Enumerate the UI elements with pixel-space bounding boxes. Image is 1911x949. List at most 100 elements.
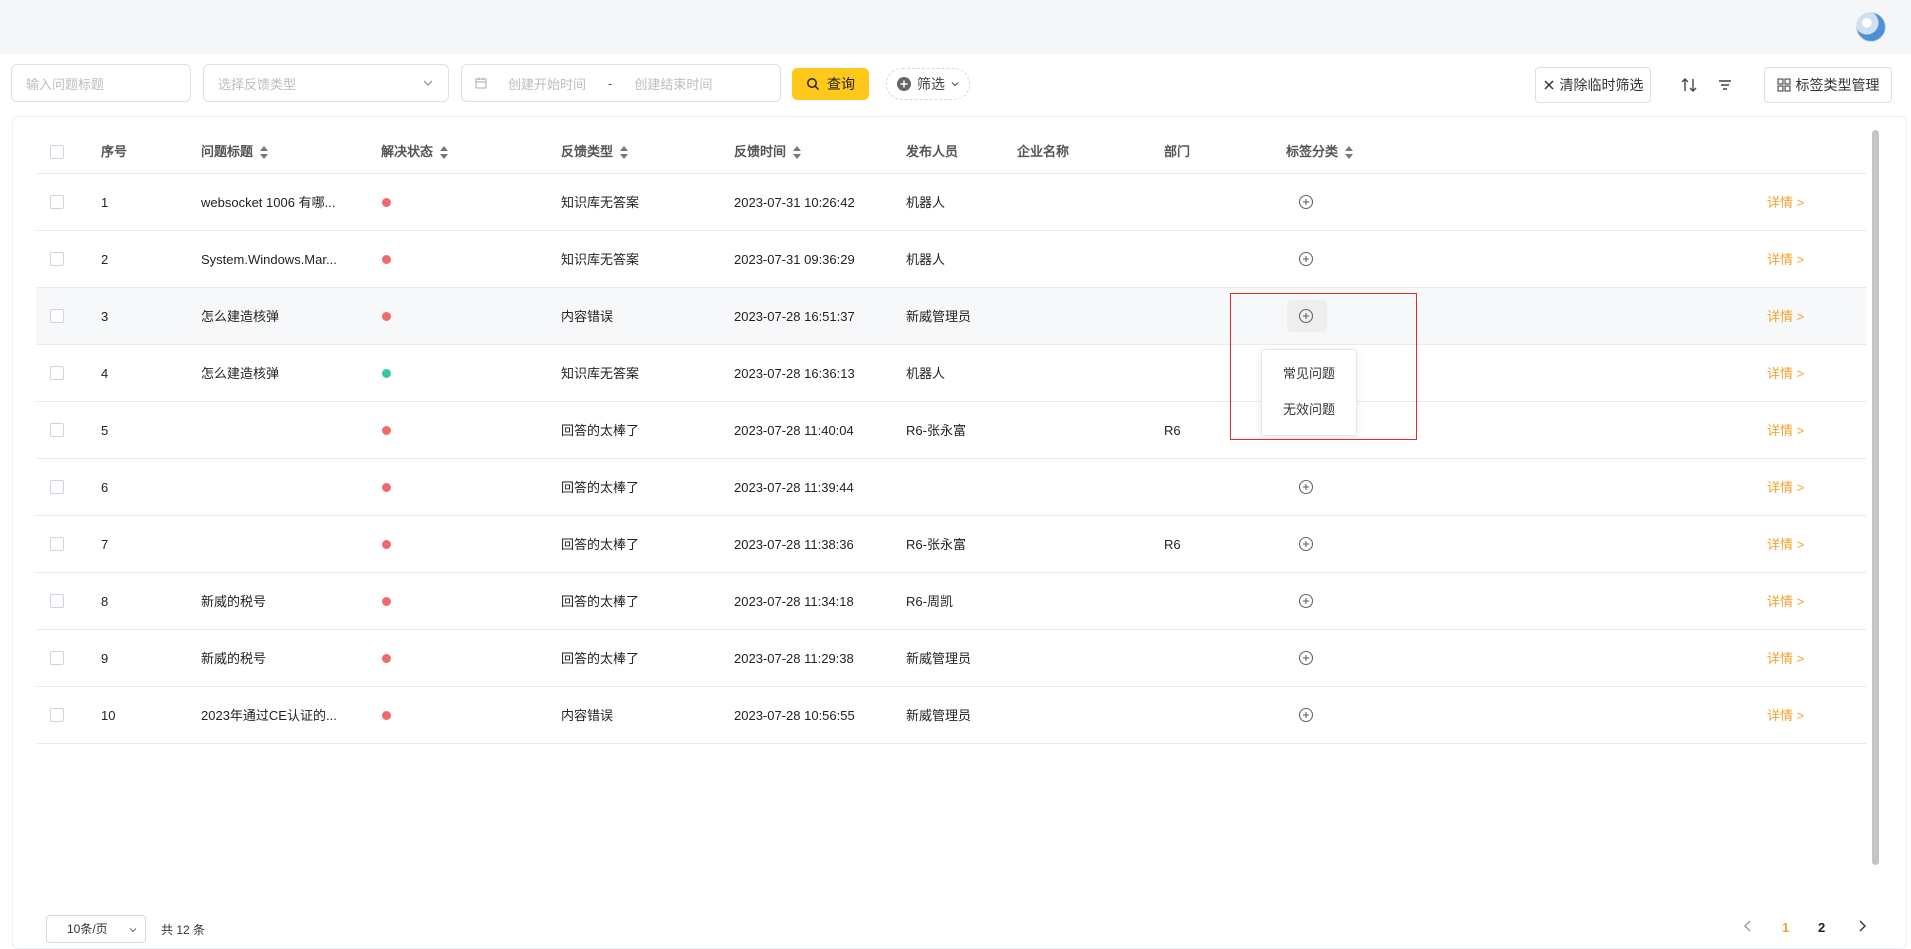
row-publisher (906, 459, 1011, 516)
sort-icon (793, 146, 802, 160)
row-checkbox[interactable] (50, 252, 64, 266)
row-checkbox[interactable] (50, 366, 64, 380)
detail-link[interactable]: 详情 > (1767, 459, 1804, 516)
filter-button[interactable]: 筛选 (886, 68, 970, 100)
row-title: websocket 1006 有哪... (201, 195, 336, 210)
status-indicator (382, 255, 391, 264)
row-publisher: 机器人 (906, 252, 946, 267)
feedback-type-select[interactable]: 选择反馈类型 (203, 64, 449, 102)
header-feedback-time-sortable[interactable]: 反馈时间 (734, 130, 802, 174)
page-size-label: 10条/页 (67, 922, 108, 936)
tag-option-invalid-question[interactable]: 无效问题 (1262, 395, 1356, 425)
sort-button[interactable] (1675, 71, 1703, 99)
row-checkbox[interactable] (50, 195, 64, 209)
table-row: 6 回答的太棒了 2023-07-28 11:39:44 详情 > (36, 459, 1866, 516)
row-checkbox[interactable] (50, 708, 64, 722)
date-separator: - (608, 75, 613, 91)
row-feedback-time: 2023-07-28 11:40:04 (734, 423, 854, 438)
row-company (1017, 459, 1157, 516)
row-feedback-time: 2023-07-31 09:36:29 (734, 252, 855, 267)
clear-temporary-filters-button[interactable]: 清除临时筛选 (1535, 67, 1651, 103)
status-indicator (382, 312, 391, 321)
row-title: 2023年通过CE认证的... (201, 708, 337, 723)
chevron-down-icon (951, 82, 959, 87)
row-feedback-type: 回答的太棒了 (561, 537, 640, 552)
row-company (1017, 687, 1157, 744)
sort-icon (440, 146, 449, 160)
row-checkbox[interactable] (50, 309, 64, 323)
header-tag-category-sortable[interactable]: 标签分类 (1286, 130, 1354, 174)
plus-circle-icon[interactable] (1298, 308, 1314, 324)
row-publisher: R6-张永富 (906, 537, 966, 552)
header-status-label: 解决状态 (381, 144, 434, 159)
table-row: 4 怎么建造核弹 知识库无答案 2023-07-28 16:36:13 机器人 … (36, 345, 1866, 402)
plus-circle-icon[interactable] (1298, 707, 1314, 723)
detail-link[interactable]: 详情 > (1767, 402, 1804, 459)
select-all-checkbox[interactable] (50, 145, 64, 159)
plus-circle-icon[interactable] (1298, 536, 1314, 552)
filter-settings-button[interactable] (1711, 71, 1739, 99)
row-company (1017, 516, 1157, 573)
query-button[interactable]: 查询 (792, 68, 869, 100)
detail-link[interactable]: 详情 > (1767, 345, 1804, 402)
header-title-sortable[interactable]: 问题标题 (201, 130, 269, 174)
plus-circle-icon (897, 77, 911, 91)
next-page-button[interactable] (1856, 918, 1868, 938)
detail-link[interactable]: 详情 > (1767, 516, 1804, 573)
row-checkbox[interactable] (50, 594, 64, 608)
detail-link[interactable]: 详情 > (1767, 288, 1804, 345)
row-feedback-type: 回答的太棒了 (561, 480, 640, 495)
row-checkbox[interactable] (50, 423, 64, 437)
row-title (201, 516, 361, 573)
row-company (1017, 402, 1157, 459)
tag-type-manage-button[interactable]: 标签类型管理 (1764, 67, 1892, 103)
detail-link[interactable]: 详情 > (1767, 573, 1804, 630)
table-header-row: 序号 问题标题 解决状态 反馈类型 反馈时间 发布人员 企业名称 部门 标签分类 (36, 130, 1866, 174)
problem-title-placeholder: 输入问题标题 (26, 76, 105, 92)
table-row: 10 2023年通过CE认证的... 内容错误 2023-07-28 10:56… (36, 687, 1866, 744)
search-icon (807, 78, 820, 91)
previous-page-button[interactable] (1742, 918, 1754, 938)
plus-circle-icon[interactable] (1298, 650, 1314, 666)
detail-link[interactable]: 详情 > (1767, 231, 1804, 288)
table-row: 3 怎么建造核弹 内容错误 2023-07-28 16:51:37 新威管理员 … (36, 288, 1866, 345)
row-publisher: 新威管理员 (906, 651, 972, 666)
row-checkbox[interactable] (50, 480, 64, 494)
row-company (1017, 573, 1157, 630)
header-status-sortable[interactable]: 解决状态 (381, 130, 449, 174)
problem-title-input[interactable]: 输入问题标题 (11, 64, 191, 102)
user-avatar[interactable] (1856, 12, 1886, 42)
page-number-current[interactable]: 1 (1782, 918, 1789, 938)
status-indicator (382, 426, 391, 435)
plus-circle-icon[interactable] (1298, 479, 1314, 495)
date-range-picker[interactable]: 创建开始时间 - 创建结束时间 (461, 64, 781, 102)
query-label: 查询 (827, 76, 855, 92)
row-index: 1 (101, 195, 109, 210)
detail-link[interactable]: 详情 > (1767, 174, 1804, 231)
chevron-left-icon (1744, 920, 1751, 932)
row-index: 5 (101, 423, 109, 438)
plus-circle-icon[interactable] (1298, 251, 1314, 267)
row-feedback-type: 知识库无答案 (561, 195, 640, 210)
row-index: 6 (101, 480, 109, 495)
tag-option-common-question[interactable]: 常见问题 (1262, 359, 1356, 389)
plus-circle-icon[interactable] (1298, 593, 1314, 609)
row-department (1164, 573, 1264, 630)
plus-circle-icon[interactable] (1298, 194, 1314, 210)
row-feedback-type: 知识库无答案 (561, 252, 640, 267)
chevron-down-icon (129, 928, 137, 933)
table-scroll-thumb[interactable] (1872, 130, 1879, 865)
close-icon (1543, 80, 1554, 90)
row-title: 怎么建造核弹 (201, 309, 280, 324)
detail-link[interactable]: 详情 > (1767, 687, 1804, 744)
status-indicator (382, 654, 391, 663)
page-size-select[interactable]: 10条/页 (46, 915, 146, 943)
page-number-next[interactable]: 2 (1818, 918, 1825, 938)
tag-category-dropdown: 常见问题 无效问题 (1261, 349, 1357, 436)
row-checkbox[interactable] (50, 651, 64, 665)
row-checkbox[interactable] (50, 537, 64, 551)
row-feedback-type: 知识库无答案 (561, 366, 640, 381)
row-feedback-type: 回答的太棒了 (561, 594, 640, 609)
header-feedback-type-sortable[interactable]: 反馈类型 (561, 130, 629, 174)
detail-link[interactable]: 详情 > (1767, 630, 1804, 687)
